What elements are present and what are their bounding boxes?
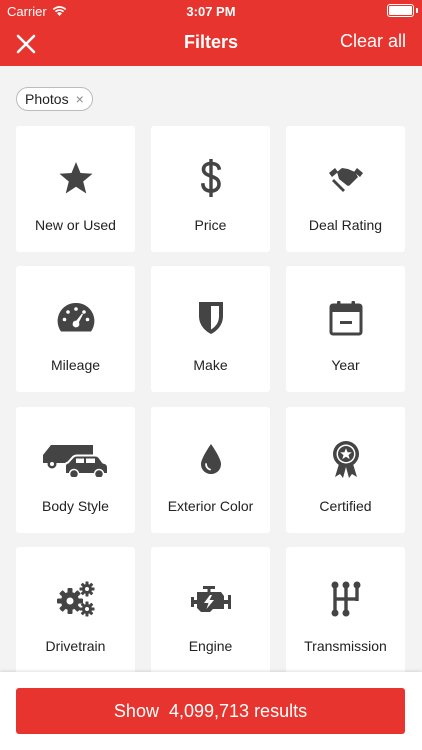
status-bar: Carrier 3:07 PM — [0, 0, 422, 22]
tile-label: Certified — [319, 498, 372, 514]
tile-label: Transmission — [304, 638, 387, 654]
filter-tile-mileage[interactable]: Mileage — [16, 266, 135, 392]
remove-chip-icon[interactable]: × — [76, 92, 84, 106]
battery-icon — [387, 4, 414, 17]
filter-tile-transmission[interactable]: Transmission — [286, 547, 405, 673]
speedometer-icon — [57, 302, 94, 332]
filter-tile-engine[interactable]: Engine — [151, 547, 270, 673]
show-label: Show — [113, 700, 159, 721]
star-icon — [59, 162, 92, 194]
tile-label: Price — [194, 217, 227, 233]
gear-shift-icon — [331, 581, 360, 617]
tile-label: Year — [331, 357, 360, 373]
filter-tile-exterior-color[interactable]: Exterior Color — [151, 407, 270, 533]
show-results-button[interactable]: Show 4,099,713 results — [16, 688, 405, 734]
calendar-icon — [329, 301, 362, 336]
dollar-icon — [200, 159, 221, 197]
filter-tile-new-or-used[interactable]: New or Used — [16, 126, 135, 252]
clear-all-button[interactable]: Clear all — [340, 31, 406, 52]
top-header: Carrier 3:07 PM Filters Clear all — [0, 0, 422, 66]
car-truck-icon — [42, 445, 109, 477]
battery-cap — [416, 8, 418, 13]
filter-tile-body-style[interactable]: Body Style — [16, 407, 135, 533]
footer-bar: Show 4,099,713 results — [0, 672, 422, 750]
tile-label: Body Style — [42, 498, 109, 514]
results-count: 4,099,713 — [168, 700, 250, 721]
filter-tile-make[interactable]: Make — [151, 266, 270, 392]
filter-tile-year[interactable]: Year — [286, 266, 405, 392]
filter-tile-price[interactable]: Price — [151, 126, 270, 252]
filter-tile-certified[interactable]: Certified — [286, 407, 405, 533]
paint-drop-icon — [200, 444, 221, 474]
tile-label: Exterior Color — [167, 498, 254, 514]
tile-label: Make — [193, 357, 228, 373]
tile-label: New or Used — [35, 217, 116, 233]
engine-icon — [190, 586, 231, 612]
filter-tile-deal-rating[interactable]: Deal Rating — [286, 126, 405, 252]
gears-icon — [56, 581, 94, 617]
status-time: 3:07 PM — [186, 4, 236, 19]
chip-label: Photos — [25, 91, 69, 107]
shield-icon — [198, 302, 223, 334]
tile-label: Deal Rating — [308, 217, 383, 233]
tile-label: Drivetrain — [45, 638, 106, 654]
results-label: results — [254, 700, 308, 721]
filter-tile-drivetrain[interactable]: Drivetrain — [16, 547, 135, 673]
handshake-icon — [328, 168, 363, 192]
award-ribbon-icon — [332, 441, 359, 478]
active-filter-chip-photos[interactable]: Photos × — [16, 87, 93, 111]
tile-label: Engine — [188, 638, 233, 654]
tile-label: Mileage — [50, 357, 101, 373]
